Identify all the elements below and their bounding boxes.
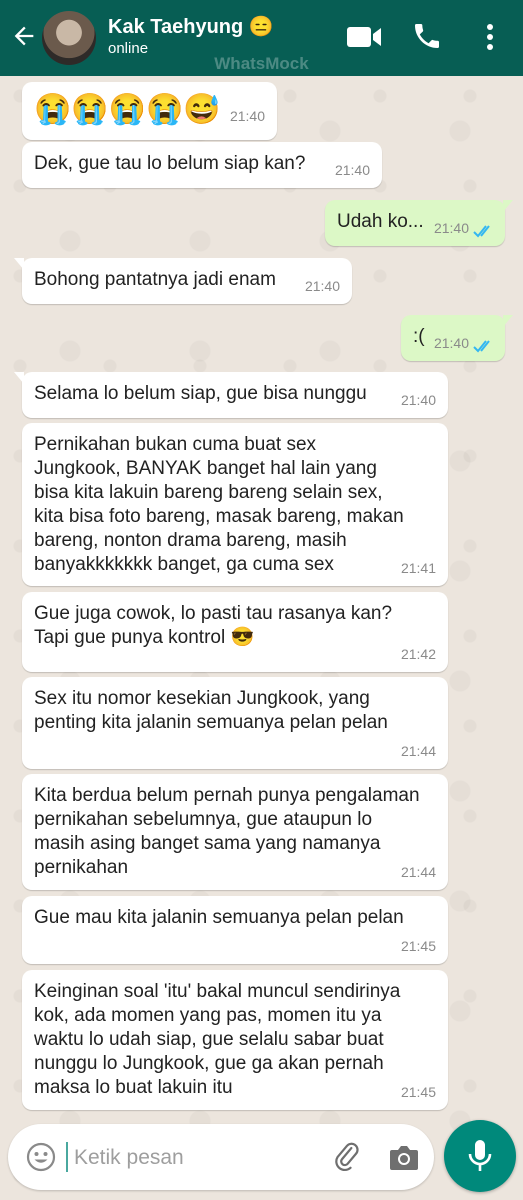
message-bubble-incoming[interactable]: Keinginan soal 'itu' bakal muncul sendir… (22, 970, 448, 1110)
message-time: 21:40 (433, 335, 469, 351)
chat-header: Kak Taehyung 😑 online WhatsMock (0, 0, 523, 76)
message-bubble-incoming[interactable]: Kita berdua belum pernah punya pengalama… (22, 774, 448, 890)
message-bubble-outgoing[interactable]: Udah ko... 21:40 (325, 200, 513, 246)
watermark: WhatsMock (214, 54, 309, 73)
voice-call-icon[interactable] (411, 20, 443, 52)
message-time: 21:44 (400, 864, 436, 880)
message-text: Pernikahan bukan cuma buat sex Jungkook,… (34, 434, 404, 575)
text-cursor (66, 1142, 68, 1172)
back-arrow-icon[interactable] (10, 22, 38, 50)
video-call-icon[interactable] (345, 22, 383, 52)
message-time: 21:40 (433, 220, 469, 236)
message-bubble-incoming[interactable]: Sex itu nomor kesekian Jungkook, yang pe… (22, 677, 448, 769)
message-bubble-incoming[interactable]: Selama lo belum siap, gue bisa nunggu 21… (14, 372, 448, 418)
message-list[interactable]: 😭😭😭😭😅 21:40 Dek, gue tau lo belum siap k… (0, 76, 523, 1116)
message-time: 21:41 (400, 560, 436, 576)
microphone-icon (468, 1140, 492, 1171)
message-bubble-incoming[interactable]: Pernikahan bukan cuma buat sex Jungkook,… (22, 423, 448, 586)
message-bubble-incoming[interactable]: Gue mau kita jalanin semuanya pelan pela… (22, 896, 448, 964)
message-text: Kita berdua belum pernah punya pengalama… (34, 785, 420, 878)
read-receipt-icon (473, 225, 490, 238)
message-text: Dek, gue tau lo belum siap kan? (34, 153, 306, 174)
voice-message-button[interactable] (444, 1120, 516, 1192)
message-text: Selama lo belum siap, gue bisa nunggu (34, 383, 367, 404)
message-text: Sex itu nomor kesekian Jungkook, yang pe… (34, 688, 388, 733)
message-text: Udah ko... (337, 211, 424, 232)
emoji-icon[interactable] (26, 1142, 56, 1172)
message-composer (8, 1124, 434, 1190)
message-text: Keinginan soal 'itu' bakal muncul sendir… (34, 981, 401, 1098)
contact-name[interactable]: Kak Taehyung 😑 (108, 14, 274, 39)
message-text: Bohong pantatnya jadi enam (34, 269, 276, 290)
message-time: 21:45 (400, 938, 436, 954)
paperclip-icon[interactable] (330, 1140, 364, 1174)
message-bubble-outgoing[interactable]: :( 21:40 (401, 315, 513, 361)
message-input[interactable] (72, 1140, 326, 1176)
message-bubble-incoming[interactable]: 😭😭😭😭😅 21:40 (22, 82, 277, 140)
message-time: 21:40 (229, 108, 265, 124)
message-time: 21:42 (400, 646, 436, 662)
message-time: 21:45 (400, 1084, 436, 1100)
read-receipt-icon (473, 340, 490, 353)
message-text: Gue juga cowok, lo pasti tau rasanya kan… (34, 603, 393, 648)
message-bubble-incoming[interactable]: Bohong pantatnya jadi enam 21:40 (14, 258, 352, 304)
more-options-icon[interactable] (480, 22, 500, 52)
message-time: 21:40 (400, 392, 436, 408)
message-text: Gue mau kita jalanin semuanya pelan pela… (34, 907, 404, 928)
message-bubble-incoming[interactable]: Dek, gue tau lo belum siap kan? 21:40 (22, 142, 382, 188)
message-time: 21:44 (400, 743, 436, 759)
camera-icon[interactable] (388, 1142, 420, 1172)
message-time: 21:40 (304, 278, 340, 294)
message-bubble-incoming[interactable]: Gue juga cowok, lo pasti tau rasanya kan… (22, 592, 448, 672)
message-time: 21:40 (334, 162, 370, 178)
